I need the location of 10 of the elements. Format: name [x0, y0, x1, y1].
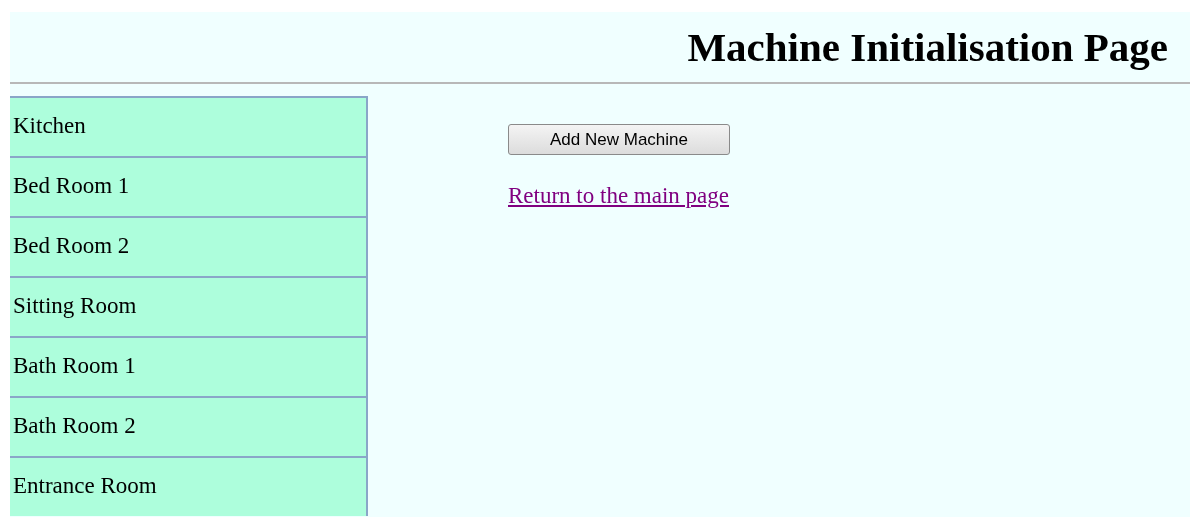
sidebar-item[interactable]: Entrance Room: [10, 456, 366, 516]
sidebar-item[interactable]: Bed Room 1: [10, 156, 366, 216]
add-machine-button[interactable]: Add New Machine: [508, 124, 730, 155]
page-title: Machine Initialisation Page: [687, 23, 1168, 71]
sidebar-item[interactable]: Kitchen: [10, 96, 366, 156]
sidebar-item[interactable]: Bed Room 2: [10, 216, 366, 276]
main-page-link[interactable]: Return to the main page: [508, 183, 729, 209]
sidebar-item[interactable]: Sitting Room: [10, 276, 366, 336]
sidebar-item[interactable]: Bath Room 2: [10, 396, 366, 456]
sidebar-item[interactable]: Bath Room 1: [10, 336, 366, 396]
